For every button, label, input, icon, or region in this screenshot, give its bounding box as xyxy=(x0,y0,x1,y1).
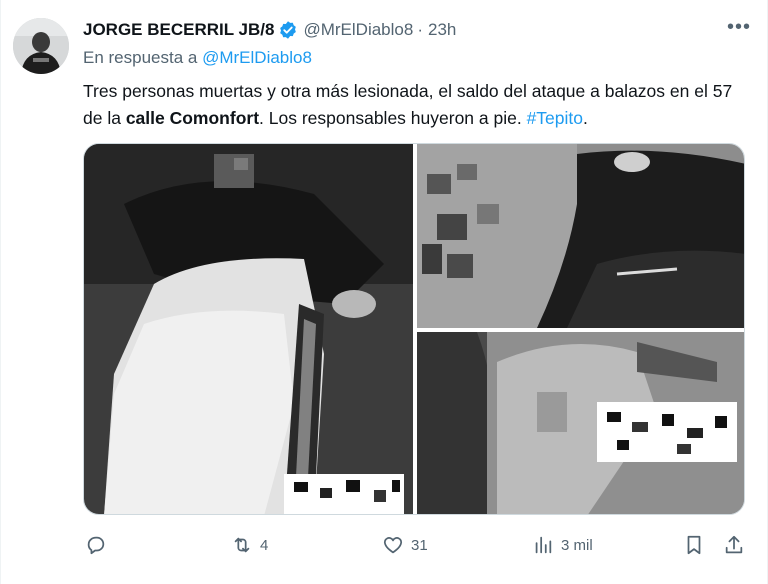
reply-context: En respuesta a @MrElDiablo8 xyxy=(83,48,753,72)
views-icon xyxy=(535,536,552,554)
reply-prefix: En respuesta a xyxy=(83,48,198,67)
like-count: 31 xyxy=(411,536,428,554)
author-name[interactable]: JORGE BECERRIL JB/8 xyxy=(83,20,274,40)
retweet-count: 4 xyxy=(260,536,269,554)
tweet-time[interactable]: 23h xyxy=(428,20,456,40)
photo-3-image xyxy=(417,332,744,514)
tweet-header: JORGE BECERRIL JB/8 @MrElDiablo8 · 23h xyxy=(83,16,753,44)
photo-2[interactable] xyxy=(417,144,744,328)
bookmark-button[interactable] xyxy=(683,528,705,562)
bookmark-icon xyxy=(687,535,701,555)
retweet-icon xyxy=(234,537,250,553)
photo-3[interactable] xyxy=(417,332,744,514)
share-button[interactable] xyxy=(723,528,745,562)
tweet-text: Tres personas muertas y otra más lesiona… xyxy=(83,78,743,132)
tweet-content: JORGE BECERRIL JB/8 @MrElDiablo8 · 23h •… xyxy=(83,16,753,132)
reply-mention-link[interactable]: @MrElDiablo8 xyxy=(202,48,312,67)
avatar[interactable] xyxy=(13,18,69,74)
share-icon xyxy=(725,535,743,554)
heart-icon xyxy=(383,537,403,554)
action-bar: 4 31 3 mil xyxy=(83,528,753,562)
tweet-text-bold: calle Comonfort xyxy=(125,108,260,128)
separator-dot: · xyxy=(417,20,423,39)
tweet-text-part3: . xyxy=(583,108,588,128)
tweet[interactable]: JORGE BECERRIL JB/8 @MrElDiablo8 · 23h •… xyxy=(0,0,768,584)
more-options-icon[interactable]: ••• xyxy=(725,17,753,40)
avatar-image xyxy=(13,18,69,74)
retweet-button[interactable]: 4 xyxy=(231,528,268,562)
reply-icon xyxy=(87,536,105,555)
reply-button[interactable] xyxy=(85,528,114,562)
photo-2-image xyxy=(417,144,744,328)
hashtag-link[interactable]: #Tepito xyxy=(527,108,583,128)
photo-1[interactable] xyxy=(84,144,413,514)
like-button[interactable]: 31 xyxy=(382,528,428,562)
verified-badge-icon xyxy=(280,21,297,39)
author-handle[interactable]: @MrElDiablo8 xyxy=(303,20,413,40)
photo-1-image xyxy=(84,144,413,514)
media-grid xyxy=(83,143,745,515)
views-count: 3 mil xyxy=(561,536,593,554)
views-button[interactable]: 3 mil xyxy=(532,528,593,562)
tweet-text-part2: . Los responsables huyeron a pie. xyxy=(259,108,527,128)
